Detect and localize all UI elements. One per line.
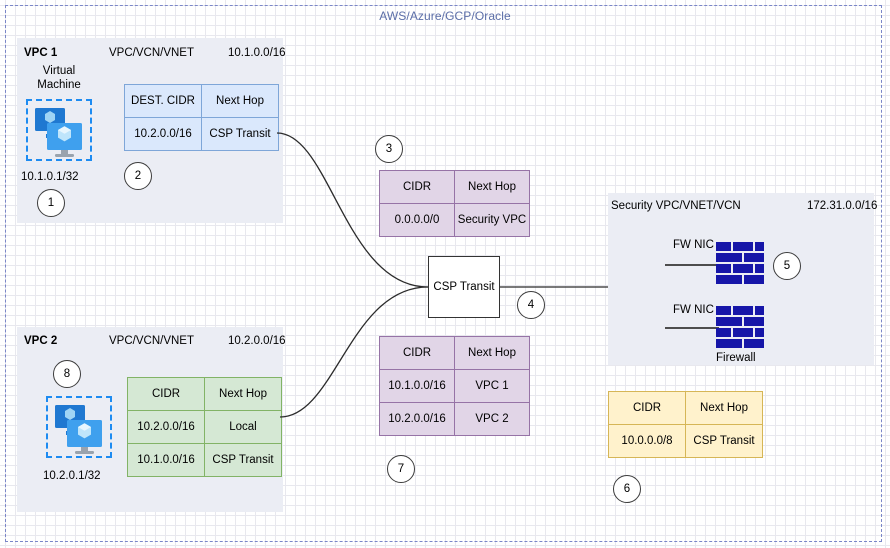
vpc1-type: VPC/VCN/VNET xyxy=(109,47,194,59)
step-marker-4[interactable]: 4 xyxy=(517,291,545,319)
vpc2-route-table: CIDR Next Hop 10.2.0.0/16 Local 10.1.0.0… xyxy=(127,377,282,477)
step-marker-5[interactable]: 5 xyxy=(773,252,801,280)
security-vpc-route-table: CIDR Next Hop 10.0.0.0/8 CSP Transit xyxy=(608,391,763,458)
vpc2-vm-ip: 10.2.0.1/32 xyxy=(43,470,101,482)
transit-lower-route-table: CIDR Next Hop 10.1.0.0/16 VPC 1 10.2.0.0… xyxy=(379,336,530,436)
secvpc-rt-header-cidr: CIDR xyxy=(608,391,686,425)
vpc2-rt-header-cidr: CIDR xyxy=(127,377,205,411)
page-title: AWS/Azure/GCP/Oracle xyxy=(379,9,511,23)
vpc2-rt-cell-cidr-0: 10.2.0.0/16 xyxy=(127,410,205,444)
table-row: CIDR Next Hop xyxy=(127,377,282,411)
table-row: 10.1.0.0/16 CSP Transit xyxy=(127,443,282,477)
security-vpc-name: Security VPC/VNET/VCN xyxy=(611,200,741,212)
vpc2-vm-selection-box[interactable] xyxy=(46,396,112,458)
vpc1-rt-cell-nexthop: CSP Transit xyxy=(201,117,279,151)
transit-lower-cell-cidr-1: 10.2.0.0/16 xyxy=(379,402,455,436)
firewall-brick-icon xyxy=(716,306,764,348)
vpc2-name: VPC 2 xyxy=(24,335,58,347)
vpc1-cidr: 10.1.0.0/16 xyxy=(228,47,286,59)
diagram-canvas: AWS/Azure/GCP/Oracle VPC 1 VPC/VCN/VNET … xyxy=(0,0,890,548)
table-row: 10.2.0.0/16 Local xyxy=(127,410,282,444)
transit-upper-cell-cidr: 0.0.0.0/0 xyxy=(379,203,455,237)
transit-upper-header-nexthop: Next Hop xyxy=(454,170,530,204)
table-row: 10.2.0.0/16 CSP Transit xyxy=(124,117,279,151)
virtual-machine-icon xyxy=(55,405,102,454)
transit-lower-header-nexthop: Next Hop xyxy=(454,336,530,370)
transit-lower-cell-nexthop-1: VPC 2 xyxy=(454,402,530,436)
transit-lower-header-cidr: CIDR xyxy=(379,336,455,370)
transit-upper-route-table: CIDR Next Hop 0.0.0.0/0 Security VPC xyxy=(379,170,530,237)
csp-transit-node[interactable]: CSP Transit xyxy=(428,256,500,318)
table-row: CIDR Next Hop xyxy=(379,170,530,204)
table-row: DEST. CIDR Next Hop xyxy=(124,84,279,118)
firewall-brick-icon xyxy=(716,242,764,284)
step-marker-7[interactable]: 7 xyxy=(387,455,415,483)
table-row: CIDR Next Hop xyxy=(379,336,530,370)
step-marker-3[interactable]: 3 xyxy=(375,135,403,163)
vpc1-vm-label-line1: Virtual xyxy=(42,65,76,77)
table-row: 0.0.0.0/0 Security VPC xyxy=(379,203,530,237)
secvpc-rt-cell-nexthop: CSP Transit xyxy=(685,424,763,458)
vpc1-name: VPC 1 xyxy=(24,47,58,59)
transit-upper-header-cidr: CIDR xyxy=(379,170,455,204)
fw-nic-top-label: FW NIC xyxy=(673,239,714,251)
vpc1-rt-header-cidr: DEST. CIDR xyxy=(124,84,202,118)
vpc2-rt-cell-nexthop-0: Local xyxy=(204,410,282,444)
fw-nic-top-line xyxy=(665,264,719,266)
vpc2-type: VPC/VCN/VNET xyxy=(109,335,194,347)
fw-nic-bottom-line xyxy=(665,327,719,329)
virtual-machine-icon xyxy=(35,108,82,157)
secvpc-rt-header-nexthop: Next Hop xyxy=(685,391,763,425)
transit-lower-cell-nexthop-0: VPC 1 xyxy=(454,369,530,403)
transit-lower-cell-cidr-0: 10.1.0.0/16 xyxy=(379,369,455,403)
vpc1-vm-selection-box[interactable] xyxy=(26,99,92,161)
transit-upper-cell-nexthop: Security VPC xyxy=(454,203,530,237)
step-marker-8[interactable]: 8 xyxy=(53,360,81,388)
vpc1-rt-header-nexthop: Next Hop xyxy=(201,84,279,118)
security-vpc-cidr: 172.31.0.0/16 xyxy=(807,200,878,212)
vpc2-rt-header-nexthop: Next Hop xyxy=(204,377,282,411)
step-marker-1[interactable]: 1 xyxy=(37,189,65,217)
vpc2-rt-cell-nexthop-1: CSP Transit xyxy=(204,443,282,477)
vpc1-rt-cell-cidr: 10.2.0.0/16 xyxy=(124,117,202,151)
csp-transit-label: CSP Transit xyxy=(433,281,495,293)
step-marker-2[interactable]: 2 xyxy=(124,162,152,190)
firewall-label: Firewall xyxy=(716,352,756,364)
table-row: 10.2.0.0/16 VPC 2 xyxy=(379,402,530,436)
vpc1-vm-ip: 10.1.0.1/32 xyxy=(21,171,79,183)
vpc2-rt-cell-cidr-1: 10.1.0.0/16 xyxy=(127,443,205,477)
table-row: 10.0.0.0/8 CSP Transit xyxy=(608,424,763,458)
vpc1-vm-label-line2: Machine xyxy=(37,79,81,91)
step-marker-6[interactable]: 6 xyxy=(613,475,641,503)
vpc2-cidr: 10.2.0.0/16 xyxy=(228,335,286,347)
vpc1-route-table: DEST. CIDR Next Hop 10.2.0.0/16 CSP Tran… xyxy=(124,84,279,151)
table-row: CIDR Next Hop xyxy=(608,391,763,425)
table-row: 10.1.0.0/16 VPC 1 xyxy=(379,369,530,403)
secvpc-rt-cell-cidr: 10.0.0.0/8 xyxy=(608,424,686,458)
fw-nic-bottom-label: FW NIC xyxy=(673,304,714,316)
